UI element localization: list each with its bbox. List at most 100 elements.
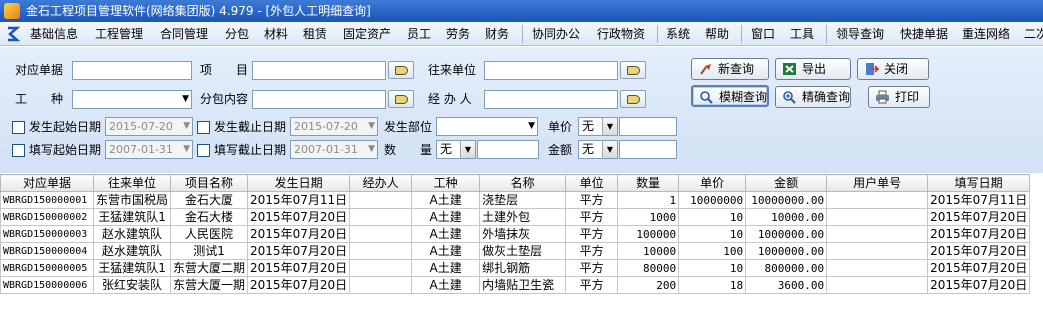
qty-label: 数 量 xyxy=(384,143,433,157)
cell-partner: 王猛建筑队1 xyxy=(92,259,172,277)
fuzzy-query-button[interactable]: 模糊查询 xyxy=(691,85,769,107)
table-row[interactable]: WBRGD150000001 东营市国税局 金石大厦 2015年07月11日 A… xyxy=(0,191,1031,209)
partner-input[interactable] xyxy=(484,61,618,80)
menu-staff[interactable]: 员工 xyxy=(407,22,431,46)
cell-user-no xyxy=(826,191,929,209)
cell-doc-no: WBRGD150000006 xyxy=(0,276,94,294)
fill-start-label: 填写起始日期 xyxy=(29,143,102,157)
menu-basic-info[interactable]: 基础信息 xyxy=(30,22,78,46)
cell-quantity: 100000 xyxy=(617,225,680,243)
col-header-user-no[interactable]: 用户单号 xyxy=(826,174,929,192)
sub-content-input[interactable] xyxy=(252,90,386,109)
start-date-label: 发生起始日期 xyxy=(29,120,102,134)
chevron-down-icon: ▼ xyxy=(368,144,375,154)
results-grid: 对应单据 往来单位 项目名称 发生日期 经办人 工种 名称 单位 数量 单价 金… xyxy=(0,174,1043,335)
start-date-checkbox[interactable] xyxy=(12,121,25,134)
cell-unit: 平方 xyxy=(565,208,619,226)
fill-start-picker[interactable]: 2007-01-31 ▼ xyxy=(105,140,193,159)
chevron-down-icon: ▼ xyxy=(528,121,535,131)
cell-fill-date: 2015年07月20日 xyxy=(927,225,1031,243)
hand-icon xyxy=(627,95,640,104)
col-header-handler[interactable]: 经办人 xyxy=(349,174,413,192)
export-button[interactable]: 导出 xyxy=(775,58,851,80)
col-header-doc-no[interactable]: 对应单据 xyxy=(0,174,94,192)
unit-price-input[interactable] xyxy=(619,117,677,136)
exact-query-button[interactable]: 精确查询 xyxy=(775,86,851,108)
fill-end-picker[interactable]: 2007-01-31 ▼ xyxy=(290,140,378,159)
menu-material[interactable]: 材料 xyxy=(264,22,288,46)
dept-select[interactable]: ▼ xyxy=(436,117,538,136)
fill-end-checkbox[interactable] xyxy=(197,144,210,157)
close-button[interactable]: 关闭 xyxy=(857,58,929,80)
col-header-date[interactable]: 发生日期 xyxy=(247,174,351,192)
menu-system[interactable]: 系统 xyxy=(666,22,690,46)
start-date-picker[interactable]: 2015-07-20 ▼ xyxy=(105,117,193,136)
menu-collab-office[interactable]: 协同办公 xyxy=(532,22,580,46)
menu-separator xyxy=(657,25,658,43)
menu-admin-goods[interactable]: 行政物资 xyxy=(597,22,645,46)
print-button[interactable]: 打印 xyxy=(868,86,930,108)
col-header-quantity[interactable]: 数量 xyxy=(617,174,680,192)
amount-op-select[interactable]: 无 ▼ xyxy=(578,140,618,159)
cell-user-no xyxy=(826,225,929,243)
menu-contract-mgmt[interactable]: 合同管理 xyxy=(160,22,208,46)
cell-work-type: A土建 xyxy=(411,208,481,226)
cell-project: 金石大厦 xyxy=(170,191,249,209)
col-header-work-type[interactable]: 工种 xyxy=(411,174,481,192)
menu-window[interactable]: 窗口 xyxy=(751,22,775,46)
table-row[interactable]: WBRGD150000005 王猛建筑队1 东营大厦二期 2015年07月20日… xyxy=(0,259,1031,277)
amount-input[interactable] xyxy=(619,140,677,159)
table-row[interactable]: WBRGD150000002 王猛建筑队1 金石大楼 2015年07月20日 A… xyxy=(0,208,1031,226)
col-header-name[interactable]: 名称 xyxy=(479,174,567,192)
table-row[interactable]: WBRGD150000004 赵水建筑队 测试1 2015年07月20日 A土建… xyxy=(0,242,1031,260)
new-query-button[interactable]: 新查询 xyxy=(691,58,769,80)
menu-lease[interactable]: 租赁 xyxy=(303,22,327,46)
unit-price-op-select[interactable]: 无 ▼ xyxy=(578,117,618,136)
table-row[interactable]: WBRGD150000003 赵水建筑队 人民医院 2015年07月20日 A土… xyxy=(0,225,1031,243)
col-header-project[interactable]: 项目名称 xyxy=(170,174,249,192)
cell-date: 2015年07月20日 xyxy=(247,276,351,294)
cell-partner: 赵水建筑队 xyxy=(92,225,172,243)
menu-subcontract[interactable]: 分包 xyxy=(225,22,249,46)
menu-fixed-assets[interactable]: 固定资产 xyxy=(343,22,391,46)
menu-leader-query[interactable]: 领导查询 xyxy=(836,22,884,46)
cell-amount: 800000.00 xyxy=(745,259,828,277)
col-header-partner[interactable]: 往来单位 xyxy=(92,174,172,192)
doc-no-input[interactable] xyxy=(72,61,192,80)
col-header-unit[interactable]: 单位 xyxy=(565,174,619,192)
menu-project-mgmt[interactable]: 工程管理 xyxy=(95,22,143,46)
cell-handler xyxy=(349,225,413,243)
sub-content-picker-button[interactable] xyxy=(388,90,414,108)
menu-labor[interactable]: 劳务 xyxy=(446,22,470,46)
fill-start-checkbox[interactable] xyxy=(12,144,25,157)
work-type-select[interactable]: ▼ xyxy=(72,90,192,109)
menu-quick-docs[interactable]: 快捷单据 xyxy=(900,22,948,46)
partner-picker-button[interactable] xyxy=(620,61,646,79)
table-row[interactable]: WBRGD150000006 张红安装队 东营大厦一期 2015年07月20日 … xyxy=(0,276,1031,294)
unit-price-label: 单价 xyxy=(548,120,573,134)
item-picker-button[interactable] xyxy=(388,61,414,79)
qty-input[interactable] xyxy=(477,140,539,159)
menu-secondary[interactable]: 二次 xyxy=(1024,22,1043,46)
handler-input[interactable] xyxy=(484,90,618,109)
exact-query-label: 精确查询 xyxy=(802,90,851,104)
menu-help[interactable]: 帮助 xyxy=(705,22,729,46)
item-input[interactable] xyxy=(252,61,386,80)
menu-reconnect[interactable]: 重连网络 xyxy=(962,22,1010,46)
col-header-fill-date[interactable]: 填写日期 xyxy=(927,174,1031,192)
col-header-unit-price[interactable]: 单价 xyxy=(678,174,747,192)
work-type-label: 工 种 xyxy=(15,92,64,106)
filter-panel: 对应单据 项 目 往来单位 工 种 ▼ 分包内容 经 办 人 发生起始日期 20… xyxy=(0,47,1043,173)
qty-op-select[interactable]: 无 ▼ xyxy=(436,140,476,159)
cell-unit: 平方 xyxy=(565,225,619,243)
handler-picker-button[interactable] xyxy=(620,90,646,108)
cell-unit: 平方 xyxy=(565,191,619,209)
menu-finance[interactable]: 财务 xyxy=(485,22,509,46)
end-date-checkbox[interactable] xyxy=(197,121,210,134)
end-date-value: 2015-07-20 xyxy=(294,120,358,133)
col-header-amount[interactable]: 金额 xyxy=(745,174,828,192)
menu-tools[interactable]: 工具 xyxy=(790,22,814,46)
end-date-picker[interactable]: 2015-07-20 ▼ xyxy=(290,117,378,136)
cell-quantity: 1 xyxy=(617,191,680,209)
exit-door-icon xyxy=(866,63,879,75)
